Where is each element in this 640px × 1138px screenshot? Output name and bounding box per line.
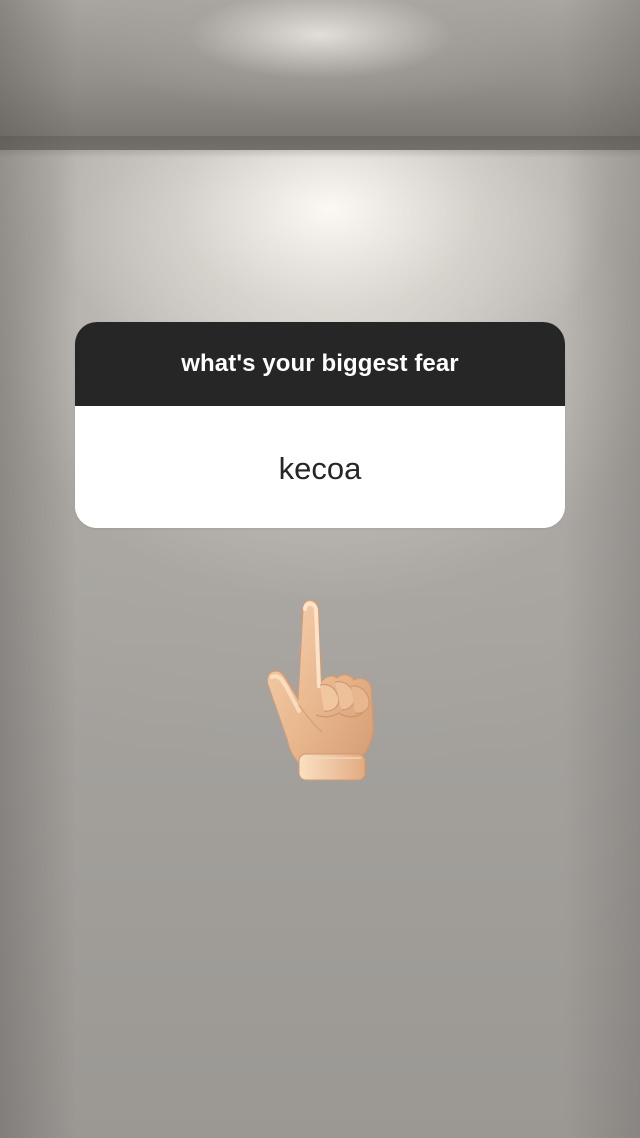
answer-text: kecoa — [278, 450, 362, 486]
question-header: what's your biggest fear — [75, 322, 565, 406]
question-text: what's your biggest fear — [181, 350, 459, 377]
story-screen: what's your biggest fear kecoa — [0, 0, 640, 1138]
answer-area: kecoa — [75, 406, 565, 528]
pointing-up-hand-icon[interactable] — [262, 594, 387, 784]
question-sticker[interactable]: what's your biggest fear kecoa — [75, 322, 565, 528]
ceiling-background — [0, 0, 640, 150]
ceiling-wall-edge — [0, 136, 640, 158]
photo-vignette — [0, 0, 640, 1138]
